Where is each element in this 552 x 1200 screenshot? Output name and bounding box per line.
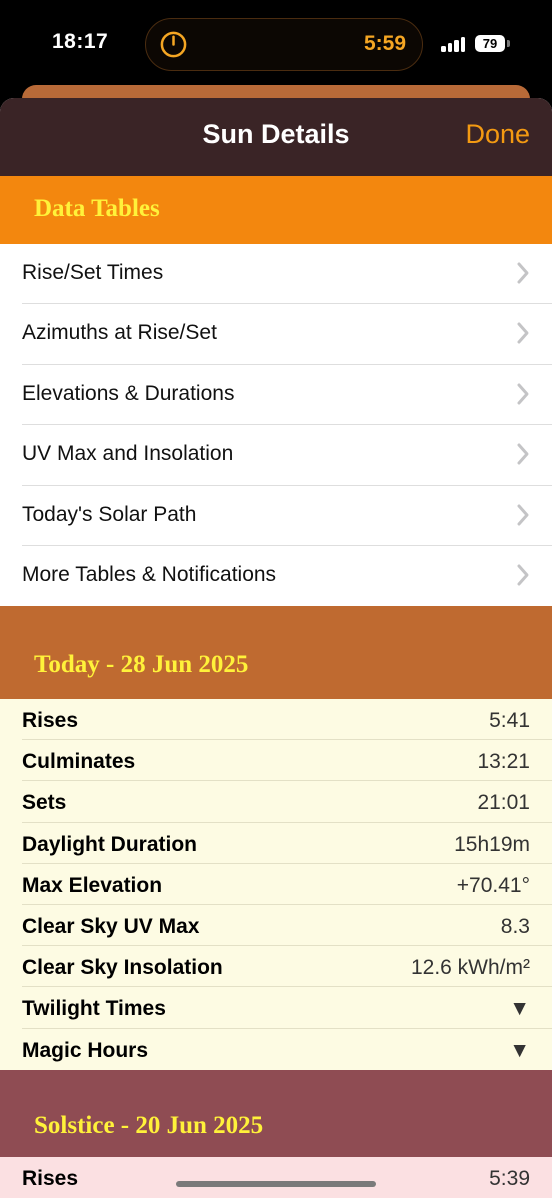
list-item-more-tables[interactable]: More Tables & Notifications [0, 546, 552, 606]
row-label: Rises [22, 1167, 79, 1190]
chevron-right-icon [517, 262, 529, 284]
battery-icon: 79 [475, 35, 505, 52]
row-value: 12.6 kWh/m² [410, 956, 530, 980]
expand-triangle-icon[interactable]: ▼ [509, 1039, 530, 1063]
row-label: Twilight Times [22, 997, 166, 1021]
row-value: 21:01 [477, 791, 530, 815]
list-item-label: Rise/Set Times [22, 261, 164, 284]
table-row: Clear Sky Insolation 12.6 kWh/m² [0, 946, 552, 988]
chevron-right-icon [517, 383, 529, 405]
status-time: 18:17 [52, 30, 109, 53]
list-item-label: Today's Solar Path [22, 502, 197, 526]
timer-icon [160, 31, 187, 58]
list-item-solar-path[interactable]: Today's Solar Path [0, 486, 552, 546]
row-label: Sets [22, 791, 67, 815]
row-label: Rises [22, 709, 79, 732]
table-row: Max Elevation +70.41° [0, 864, 552, 905]
list-item-azimuths[interactable]: Azimuths at Rise/Set [0, 304, 552, 365]
section-title: Solstice - 20 Jun 2025 [34, 1112, 264, 1139]
table-row: Sets 21:01 [0, 781, 552, 823]
live-activity-countdown: 5:59 [363, 32, 406, 55]
chevron-right-icon [517, 443, 529, 465]
battery-tip [507, 40, 510, 47]
row-label: Max Elevation [22, 873, 163, 897]
list-item-label: Azimuths at Rise/Set [22, 321, 217, 345]
row-label: Clear Sky Insolation [22, 956, 223, 980]
section-title: Today - 28 Jun 2025 [34, 651, 249, 678]
row-value: +70.41° [456, 873, 530, 897]
twilight-times-row[interactable]: Twilight Times ▼ [0, 987, 552, 1029]
row-value: 15h19m [454, 832, 530, 856]
today-header: Today - 28 Jun 2025 [0, 606, 552, 699]
status-bar: 18:17 5:59 79 [0, 0, 552, 88]
data-tables-header: Data Tables [0, 176, 552, 244]
list-item-label: Elevations & Durations [22, 381, 235, 405]
row-value: 8.3 [500, 914, 530, 938]
list-item-label: More Tables & Notifications [22, 562, 277, 586]
today-data-table: Rises 5:41 Culminates 13:21 Sets 21:01 D… [0, 699, 552, 1070]
magic-hours-row[interactable]: Magic Hours ▼ [0, 1029, 552, 1070]
list-item-rise-set-times[interactable]: Rise/Set Times [0, 244, 552, 305]
chevron-right-icon [517, 504, 529, 526]
expand-triangle-icon[interactable]: ▼ [509, 997, 530, 1021]
list-item-label: UV Max and Insolation [22, 442, 234, 466]
table-row: Rises 5:39 [0, 1157, 552, 1198]
row-label: Daylight Duration [22, 832, 198, 856]
chevron-right-icon [517, 564, 529, 586]
table-row: Daylight Duration 15h19m [0, 823, 552, 864]
chevron-right-icon [517, 322, 529, 344]
data-tables-list: Rise/Set Times Azimuths at Rise/Set Elev… [0, 244, 552, 607]
table-row: Culminates 13:21 [0, 740, 552, 782]
row-label: Culminates [22, 750, 136, 774]
row-value: 5:39 [489, 1167, 530, 1190]
cellular-signal-icon [441, 36, 467, 52]
solstice-data-table: Rises 5:39 [0, 1157, 552, 1199]
row-value: 13:21 [477, 750, 530, 774]
row-label: Magic Hours [22, 1038, 149, 1062]
home-indicator[interactable] [176, 1181, 376, 1187]
list-item-uv-max[interactable]: UV Max and Insolation [0, 425, 552, 486]
sun-details-sheet: Sun Details Done Data Tables Rise/Set Ti… [0, 98, 552, 1200]
dynamic-island[interactable]: 5:59 [145, 18, 423, 71]
solstice-header: Solstice - 20 Jun 2025 [0, 1070, 552, 1157]
row-value: 5:41 [489, 709, 530, 732]
table-row: Rises 5:41 [0, 699, 552, 741]
row-label: Clear Sky UV Max [22, 914, 200, 938]
table-row: Clear Sky UV Max 8.3 [0, 905, 552, 947]
nav-bar: Sun Details Done [0, 98, 552, 176]
section-title: Data Tables [34, 195, 160, 222]
done-button[interactable]: Done [465, 119, 530, 150]
list-item-elevations[interactable]: Elevations & Durations [0, 365, 552, 426]
